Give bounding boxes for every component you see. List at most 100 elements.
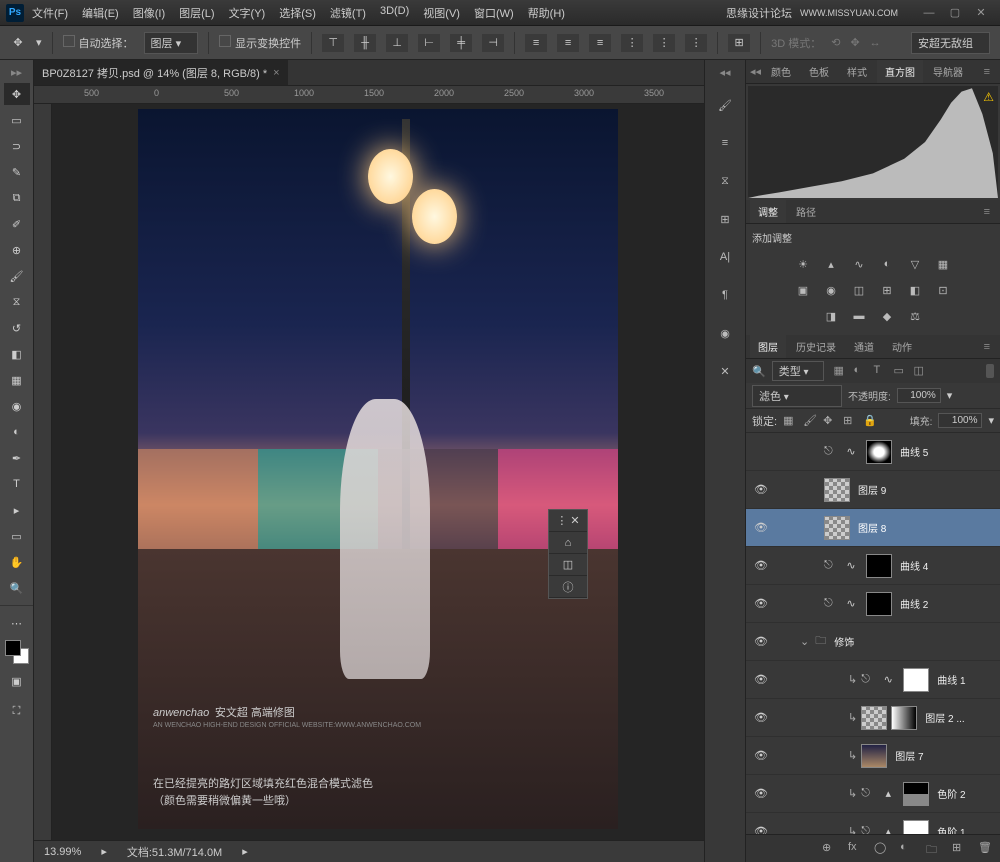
layer-name[interactable]: 曲线 1 [937,672,965,687]
close-tab-icon[interactable]: × [273,67,279,79]
history-brush-tool[interactable]: ↺ [4,317,30,339]
auto-select-target[interactable]: 图层 ▾ [144,32,199,54]
pen-tool[interactable]: ✒ [4,447,30,469]
layer-row[interactable]: 👁 图层 9 [746,471,1000,509]
distribute-5-icon[interactable]: ⋮ [653,34,675,52]
layer-mask-thumb[interactable] [866,440,892,464]
properties-icon[interactable]: ⊞ [713,207,737,231]
foreground-color[interactable] [5,640,21,656]
layer-name[interactable]: 色阶 2 [937,786,965,801]
threshold-icon[interactable]: ◨ [821,307,841,325]
menu-view[interactable]: 视图(V) [423,5,460,21]
auto-select-checkbox[interactable]: 自动选择： [63,35,134,51]
delete-layer-icon[interactable]: 🗑 [978,841,994,857]
tab-adjustments[interactable]: 调整 [750,200,786,223]
brush-tool[interactable]: 🖌 [4,265,30,287]
menu-image[interactable]: 图像(I) [133,5,165,21]
move-tool[interactable]: ✥ [4,83,30,105]
align-hcenter-icon[interactable]: ╪ [450,34,472,52]
layer-row[interactable]: 👁↳⎋∿曲线 1 [746,661,1000,699]
layer-mask-thumb[interactable] [903,782,929,806]
visibility-toggle[interactable]: 👁 [750,787,772,800]
link-layers-icon[interactable]: ⊕ [822,841,838,857]
lasso-tool[interactable]: ⊃ [4,135,30,157]
group-arrow-icon[interactable]: ⌄ [800,635,809,648]
menu-3d[interactable]: 3D(D) [380,5,409,21]
widget-info-icon[interactable]: ⓘ [549,576,587,598]
layer-mask-thumb[interactable] [866,592,892,616]
distribute-6-icon[interactable]: ⋮ [685,34,707,52]
expand-dock-icon[interactable]: ◂◂ [719,66,730,79]
zoom-level[interactable]: 13.99% [44,846,81,858]
color-swatches[interactable] [5,640,29,664]
visibility-toggle[interactable]: 👁 [750,597,772,610]
layer-row[interactable]: ⎋∿曲线 5 [746,433,1000,471]
filter-kind-select[interactable]: 类型 ▾ [772,361,824,381]
quick-mask-icon[interactable]: ▣ [4,670,30,692]
panel-menu-icon[interactable]: ≡ [978,66,996,78]
filter-type-icon[interactable]: 🔍 [752,365,766,378]
adjustment-thumb[interactable]: ∿ [840,594,862,614]
warning-icon[interactable]: ⚠ [983,90,994,104]
color-lookup-icon[interactable]: ⊞ [877,281,897,299]
fill-dropdown-icon[interactable]: ▾ [988,414,994,427]
layer-mask-thumb[interactable] [891,706,917,730]
filter-pixel-icon[interactable]: ▦ [834,364,850,378]
curves-icon[interactable]: ∿ [849,255,869,273]
visibility-toggle[interactable]: 👁 [750,483,772,496]
lock-position-icon[interactable]: 🖌 [803,414,817,428]
visibility-toggle[interactable]: 👁 [750,673,772,686]
layer-mask-thumb[interactable] [866,554,892,578]
show-transform-checkbox[interactable]: 显示变换控件 [219,35,301,51]
layers-list[interactable]: ⎋∿曲线 5👁图层 9👁图层 8👁⎋∿曲线 4👁⎋∿曲线 2👁⌄🗀修饰👁↳⎋∿曲… [746,433,1000,834]
lock-all-icon[interactable]: 🔒 [863,414,877,428]
filter-type-icon[interactable]: T [874,364,890,378]
layer-mask-thumb[interactable] [903,668,929,692]
align-vcenter-icon[interactable]: ╫ [354,34,376,52]
selective-color-icon[interactable]: ◆ [877,307,897,325]
layer-name[interactable]: 曲线 4 [900,558,928,573]
visibility-toggle[interactable]: 👁 [750,521,772,534]
tab-navigator[interactable]: 导航器 [925,60,971,83]
layer-row[interactable]: 👁↳⎋▴色阶 2 [746,775,1000,813]
tab-paths[interactable]: 路径 [788,200,824,223]
brush-settings-icon[interactable]: 🖌 [713,93,737,117]
maximize-button[interactable]: ▢ [942,4,968,22]
layer-name[interactable]: 色阶 1 [937,824,965,834]
marquee-tool[interactable]: ▭ [4,109,30,131]
hue-icon[interactable]: ▦ [933,255,953,273]
exposure-icon[interactable]: ◐ [877,255,897,273]
3d-axis-widget[interactable]: ⋮ ✕ ⌂ ◫ ⓘ [548,509,588,599]
widget-home-icon[interactable]: ⌂ [549,532,587,554]
tab-histogram[interactable]: 直方图 [877,60,923,83]
gradient-tool[interactable]: ▦ [4,369,30,391]
posterize-icon[interactable]: ⊡ [933,281,953,299]
layer-name[interactable]: 图层 9 [858,482,886,497]
blend-mode-select[interactable]: 滤色 ▾ [752,385,842,407]
screen-mode-icon[interactable]: ⛶ [4,700,30,722]
new-adjustment-icon[interactable]: ◐ [900,841,916,857]
paragraph-icon[interactable]: ¶ [713,283,737,307]
layer-thumb[interactable] [861,706,887,730]
tab-channels[interactable]: 通道 [846,335,882,358]
libraries-icon[interactable]: ◉ [713,321,737,345]
new-group-icon[interactable]: 🗀 [926,841,942,857]
opacity-value[interactable]: 100% [897,388,941,403]
bw-icon[interactable]: ▣ [793,281,813,299]
minimize-button[interactable]: — [916,4,942,22]
eyedropper-tool[interactable]: ✐ [4,213,30,235]
quick-select-tool[interactable]: ✎ [4,161,30,183]
layer-name[interactable]: 图层 2 ... [925,710,964,725]
adjustment-thumb[interactable]: ▴ [877,822,899,835]
filter-shape-icon[interactable]: ▭ [894,364,910,378]
visibility-toggle[interactable]: 👁 [750,711,772,724]
clone-source-icon[interactable]: ⧖ [713,169,737,193]
close-button[interactable]: ✕ [968,4,994,22]
levels-icon[interactable]: ▴ [821,255,841,273]
menu-type[interactable]: 文字(Y) [229,5,266,21]
type-tool[interactable]: T [4,473,30,495]
edit-toolbar-icon[interactable]: ⋯ [4,612,30,634]
canvas[interactable]: anwenchao 安文超 高端修图 AN WENCHAO HIGH-END D… [52,104,704,840]
tool-presets-icon[interactable]: ✕ [713,359,737,383]
tab-color[interactable]: 颜色 [763,60,799,83]
